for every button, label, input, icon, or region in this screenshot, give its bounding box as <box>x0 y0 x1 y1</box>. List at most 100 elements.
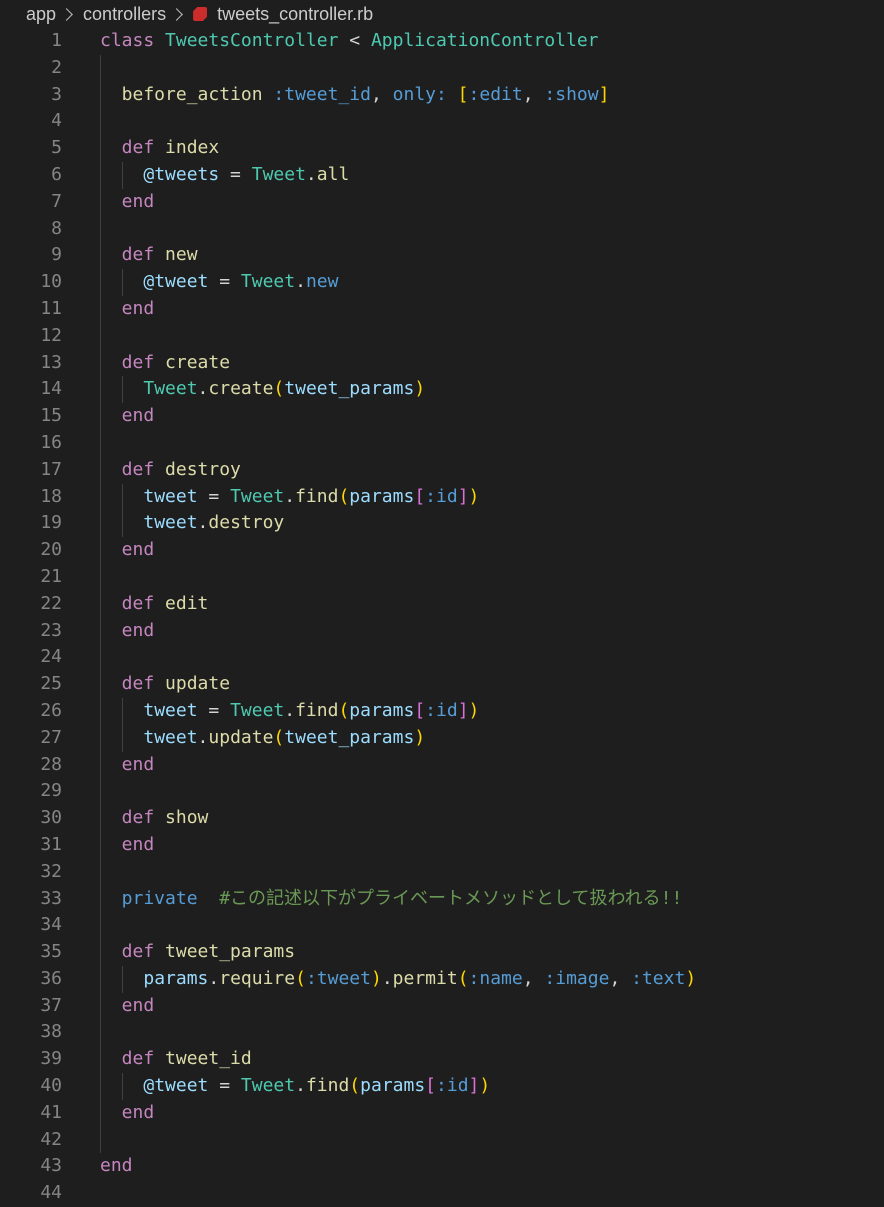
code-line[interactable]: 1 class TweetsController < ApplicationCon… <box>0 28 884 55</box>
code-line[interactable]: 38 <box>0 1019 884 1047</box>
code-token: . <box>208 967 220 989</box>
line-number: 40 <box>40 1075 62 1097</box>
line-number: 25 <box>40 673 62 695</box>
code-line[interactable]: 33 private #この記述以下がプライベートメソッドとして扱われる!! <box>0 885 884 913</box>
code-line[interactable]: 39 def tweet_id <box>0 1046 884 1074</box>
code-token: params <box>360 1075 426 1097</box>
code-token: end <box>121 833 155 855</box>
code-line[interactable]: 25 def update <box>0 671 884 698</box>
code-line[interactable]: 29 <box>0 778 884 806</box>
code-line[interactable]: 44 <box>0 1180 884 1207</box>
code-line[interactable]: 31 end <box>0 831 884 859</box>
code-line[interactable]: 19 tweet.destroy <box>0 510 884 538</box>
code-line[interactable]: 41 end <box>0 1099 884 1127</box>
indent-guide <box>100 295 101 323</box>
code-line[interactable]: 24 <box>0 644 884 672</box>
code-line[interactable]: 22 def edit <box>0 590 884 618</box>
code-token: def <box>121 244 155 266</box>
code-line[interactable]: 12 <box>0 322 884 350</box>
code-line[interactable]: 14 Tweet.create(tweet_params) <box>0 376 884 404</box>
code-token: class <box>100 30 166 51</box>
code-line[interactable]: 10 @tweet = Tweet.new <box>0 269 884 296</box>
line-number: 24 <box>40 646 62 668</box>
code-line[interactable]: 17 def destroy <box>0 456 884 484</box>
code-line[interactable]: 5 def index <box>0 135 884 162</box>
code-token: ( <box>273 726 285 748</box>
code-token: end <box>121 753 155 775</box>
code-token: Tweet <box>240 1075 296 1097</box>
code-token: < <box>338 30 371 51</box>
code-line[interactable]: 34 <box>0 912 884 940</box>
code-line[interactable]: 2 <box>0 54 884 82</box>
code-line[interactable]: 43 end <box>0 1153 884 1180</box>
code-token: . <box>295 271 306 293</box>
breadcrumb-item-file[interactable]: tweets_controller.rb <box>217 4 373 25</box>
code-token: ] <box>457 485 469 507</box>
code-line[interactable]: 13 def create <box>0 349 884 377</box>
code-line[interactable]: 7 end <box>0 188 884 216</box>
code-editor[interactable]: 1 class TweetsController < ApplicationCon… <box>0 28 884 1207</box>
code-line[interactable]: 15 end <box>0 403 884 430</box>
code-token: [ <box>457 83 469 105</box>
indent-guide <box>100 269 101 296</box>
code-token: permit <box>392 967 458 989</box>
code-line[interactable]: 16 <box>0 429 884 457</box>
code-line[interactable]: 3 before_action :tweet_id, only: [:edit, … <box>0 81 884 109</box>
code-token: def <box>121 458 155 480</box>
code-line[interactable]: 4 <box>0 108 884 136</box>
line-number: 31 <box>40 833 62 855</box>
code-line[interactable]: 11 end <box>0 295 884 323</box>
code-line[interactable]: 6 @tweets = Tweet.all <box>0 161 884 189</box>
code-line[interactable]: 21 <box>0 563 884 591</box>
code-line[interactable]: 8 <box>0 215 884 243</box>
code-token: :id <box>425 699 458 721</box>
line-number: 28 <box>40 753 62 775</box>
code-token: ) <box>479 1075 491 1097</box>
code-line[interactable]: 32 <box>0 858 884 886</box>
code-token: Tweet <box>230 485 285 507</box>
code-token: = <box>197 485 231 507</box>
code-token: [ <box>414 699 426 721</box>
code-line[interactable]: 40 @tweet = Tweet.find(params[:id]) <box>0 1073 884 1100</box>
code-token: [ <box>414 485 426 507</box>
code-line[interactable]: 9 def new <box>0 242 884 270</box>
code-line[interactable]: 30 def show <box>0 805 884 832</box>
indent-guide <box>121 510 123 538</box>
indent-guide <box>100 349 101 377</box>
code-line[interactable]: 27 tweet.update(tweet_params) <box>0 724 884 752</box>
code-line[interactable]: 18 tweet = Tweet.find(params[:id]) <box>0 483 884 511</box>
code-token: Tweet <box>240 271 296 293</box>
breadcrumb-item-app[interactable]: app <box>26 4 56 25</box>
code-token: . <box>197 378 209 400</box>
indent-guide <box>100 81 101 109</box>
indent-guide <box>100 939 101 966</box>
line-number: 15 <box>40 405 62 427</box>
code-token: tweet <box>143 485 198 507</box>
code-line[interactable]: 28 end <box>0 751 884 779</box>
code-line[interactable]: 23 end <box>0 617 884 645</box>
code-line[interactable]: 37 end <box>0 992 884 1020</box>
code-token: @tweet <box>143 1075 209 1097</box>
code-line[interactable]: 26 tweet = Tweet.find(params[:id]) <box>0 697 884 725</box>
indent-guide <box>100 644 101 672</box>
code-token: require <box>219 967 296 989</box>
code-token: end <box>121 619 155 641</box>
code-token: tweet_params <box>284 726 415 748</box>
code-line[interactable]: 42 <box>0 1126 884 1154</box>
code-line[interactable]: 20 end <box>0 537 884 564</box>
indent-guide <box>100 858 101 886</box>
code-text: tweet = Tweet.find(params[:id]) <box>143 484 479 511</box>
breadcrumb-item-controllers[interactable]: controllers <box>83 4 166 25</box>
line-number: 22 <box>40 592 62 614</box>
code-text: end <box>122 537 155 564</box>
code-line[interactable]: 35 def tweet_params <box>0 939 884 966</box>
code-token: ] <box>457 699 469 721</box>
line-number: 8 <box>51 217 62 239</box>
code-line[interactable]: 36 params.require(:tweet).permit(:name, :… <box>0 965 884 993</box>
code-token: create <box>208 378 274 400</box>
indent-guide <box>121 965 123 993</box>
code-token: ApplicationController <box>370 30 599 51</box>
code-text: def tweet_params <box>122 939 295 966</box>
